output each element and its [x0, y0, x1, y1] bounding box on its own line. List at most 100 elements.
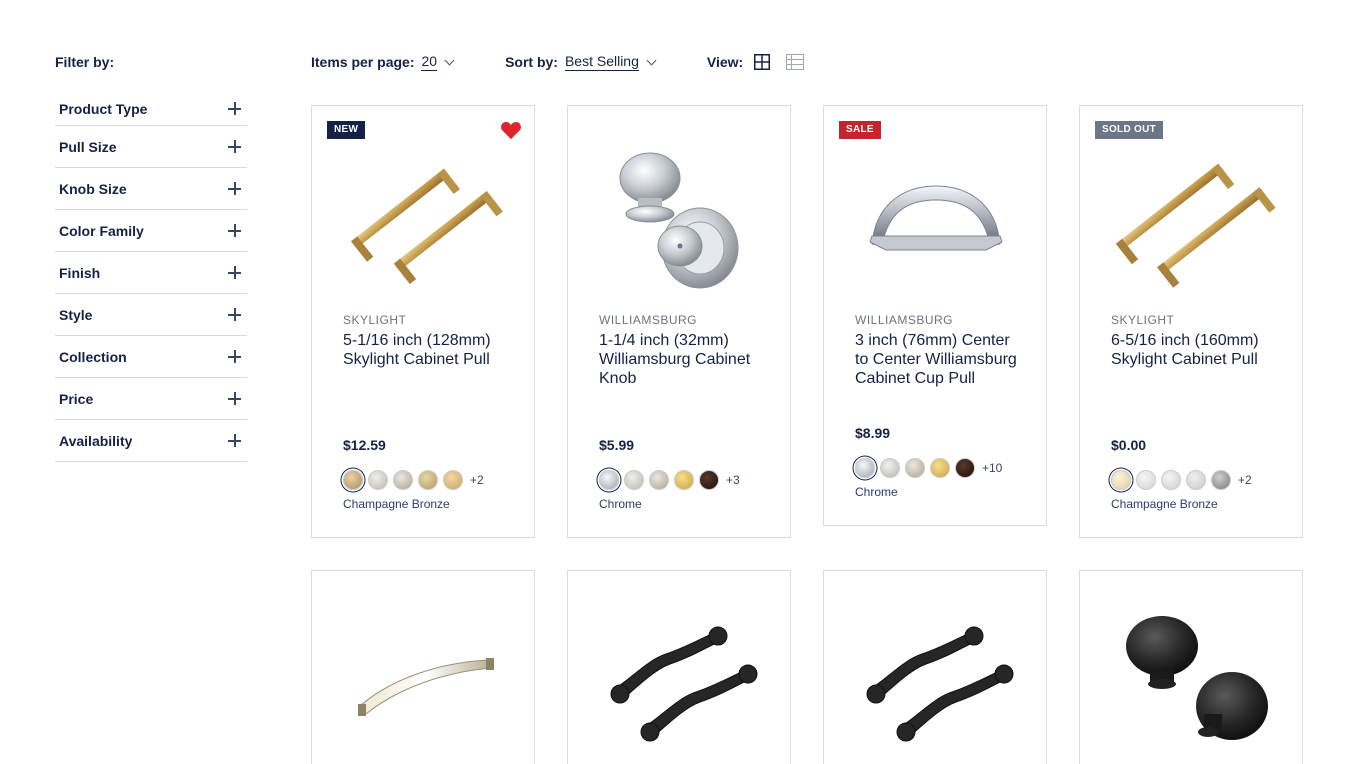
- listing-toolbar: Items per page: 20 Sort by: Best Selling…: [311, 50, 816, 74]
- swatch-gold[interactable]: [674, 470, 694, 490]
- swatch-oil-rubbed-bronze[interactable]: [699, 470, 719, 490]
- product-card[interactable]: [311, 570, 535, 764]
- swatch-champagne-bronze[interactable]: [1111, 470, 1131, 490]
- product-brand: SKYLIGHT: [343, 313, 407, 327]
- plus-icon[interactable]: [228, 392, 241, 405]
- swatch-pewter[interactable]: [393, 470, 413, 490]
- product-image-black-iron-pulls[interactable]: [588, 596, 772, 746]
- filter-finish[interactable]: Finish: [55, 252, 247, 294]
- product-price: $5.99: [599, 437, 635, 453]
- items-per-page-select[interactable]: Items per page: 20: [311, 53, 455, 71]
- sort-by-select[interactable]: Sort by: Best Selling: [505, 53, 657, 71]
- items-per-page-label: Items per page:: [311, 54, 415, 70]
- product-image-chrome-cup-pull[interactable]: [844, 146, 1028, 296]
- swatch-satin-nickel[interactable]: [1161, 470, 1181, 490]
- new-badge: NEW: [327, 121, 366, 139]
- sort-by-value[interactable]: Best Selling: [564, 53, 639, 71]
- selected-finish-name: Chrome: [599, 497, 642, 511]
- filter-price[interactable]: Price: [55, 378, 247, 420]
- filter-sidebar: Filter by: Product Type Pull Size Knob S…: [55, 52, 247, 462]
- plus-icon[interactable]: [228, 140, 241, 153]
- swatch-chrome[interactable]: [855, 458, 875, 478]
- swatch-brushed-gold[interactable]: [418, 470, 438, 490]
- swatch-oil-rubbed-bronze[interactable]: [955, 458, 975, 478]
- product-card[interactable]: [823, 570, 1047, 764]
- product-image-chrome-knobs[interactable]: [588, 146, 772, 296]
- view-toggle: View:: [707, 54, 816, 70]
- swatch-polished-nickel[interactable]: [1136, 470, 1156, 490]
- more-swatches-count[interactable]: +10: [982, 461, 1002, 475]
- more-swatches-count[interactable]: +3: [726, 473, 740, 487]
- filter-label: Product Type: [59, 100, 148, 117]
- items-per-page-value[interactable]: 20: [421, 53, 438, 71]
- swatch-stainless[interactable]: [1186, 470, 1206, 490]
- product-card[interactable]: SALE WILLIAMSBURG 3 inch (76mm) Center t…: [823, 105, 1047, 526]
- list-view-icon[interactable]: [786, 54, 805, 70]
- plus-icon[interactable]: [228, 102, 241, 115]
- filter-label: Finish: [59, 264, 101, 281]
- product-card[interactable]: [1079, 570, 1303, 764]
- product-brand: WILLIAMSBURG: [599, 313, 698, 327]
- product-price: $0.00: [1111, 437, 1147, 453]
- product-image-black-hammered-knobs[interactable]: [1100, 596, 1284, 746]
- swatch-pewter[interactable]: [649, 470, 669, 490]
- filter-style[interactable]: Style: [55, 294, 247, 336]
- product-brand: WILLIAMSBURG: [855, 313, 954, 327]
- product-image-arched-nickel-pull[interactable]: [332, 596, 516, 746]
- product-image-gold-pulls[interactable]: [1100, 146, 1284, 296]
- product-name[interactable]: 5-1/16 inch (128mm) Skylight Cabinet Pul…: [343, 331, 513, 369]
- product-card[interactable]: [567, 570, 791, 764]
- swatch-satin-nickel[interactable]: [368, 470, 388, 490]
- chevron-down-icon[interactable]: [646, 55, 657, 65]
- heart-icon[interactable]: [500, 120, 522, 140]
- filter-label: Availability: [59, 432, 133, 449]
- swatch-champagne-bronze[interactable]: [343, 470, 363, 490]
- swatch-chrome[interactable]: [599, 470, 619, 490]
- product-card[interactable]: SOLD OUT SKYLIGHT 6-5/16 inch (160mm) Sk…: [1079, 105, 1303, 538]
- product-name[interactable]: 3 inch (76mm) Center to Center Williamsb…: [855, 331, 1025, 388]
- swatch-satin-nickel[interactable]: [880, 458, 900, 478]
- filter-collection[interactable]: Collection: [55, 336, 247, 378]
- selected-finish-name: Champagne Bronze: [343, 497, 450, 511]
- sale-badge: SALE: [839, 121, 881, 139]
- filter-pull-size[interactable]: Pull Size: [55, 126, 247, 168]
- swatch-satin-nickel[interactable]: [624, 470, 644, 490]
- product-name[interactable]: 1-1/4 inch (32mm) Williamsburg Cabinet K…: [599, 331, 769, 388]
- product-name[interactable]: 6-5/16 inch (160mm) Skylight Cabinet Pul…: [1111, 331, 1281, 369]
- plus-icon[interactable]: [228, 224, 241, 237]
- chevron-down-icon[interactable]: [444, 55, 455, 65]
- product-card[interactable]: WILLIAMSBURG 1-1/4 inch (32mm) Williamsb…: [567, 105, 791, 538]
- filter-knob-size[interactable]: Knob Size: [55, 168, 247, 210]
- filter-label: Color Family: [59, 222, 144, 239]
- plus-icon[interactable]: [228, 266, 241, 279]
- plus-icon[interactable]: [228, 434, 241, 447]
- swatch-pewter[interactable]: [905, 458, 925, 478]
- grid-view-icon[interactable]: [754, 54, 771, 70]
- filter-availability[interactable]: Availability: [55, 420, 247, 462]
- filter-label: Knob Size: [59, 180, 127, 197]
- sold-out-badge: SOLD OUT: [1095, 121, 1164, 139]
- filter-color-family[interactable]: Color Family: [55, 210, 247, 252]
- sort-by-label: Sort by:: [505, 54, 558, 70]
- product-price: $8.99: [855, 425, 891, 441]
- swatch-gold[interactable]: [930, 458, 950, 478]
- selected-finish-name: Champagne Bronze: [1111, 497, 1218, 511]
- swatch-gold[interactable]: [443, 470, 463, 490]
- filter-label: Price: [59, 390, 94, 407]
- filter-product-type[interactable]: Product Type: [55, 92, 247, 126]
- more-swatches-count[interactable]: +2: [1238, 473, 1252, 487]
- filter-list: Product Type Pull Size Knob Size Color F…: [55, 92, 247, 462]
- plus-icon[interactable]: [228, 350, 241, 363]
- product-image-gold-pulls[interactable]: [332, 146, 516, 296]
- more-swatches-count[interactable]: +2: [470, 473, 484, 487]
- product-card[interactable]: NEW SKYLIGHT 5-1/16 inch (128mm) Skyligh…: [311, 105, 535, 538]
- swatch-graphite[interactable]: [1211, 470, 1231, 490]
- finish-swatches: +10: [855, 458, 1002, 478]
- plus-icon[interactable]: [228, 182, 241, 195]
- product-price: $12.59: [343, 437, 386, 453]
- finish-swatches: +2: [343, 470, 484, 490]
- view-label: View:: [706, 54, 744, 70]
- selected-finish-name: Chrome: [855, 485, 898, 499]
- product-image-black-iron-pulls[interactable]: [844, 596, 1028, 746]
- plus-icon[interactable]: [228, 308, 241, 321]
